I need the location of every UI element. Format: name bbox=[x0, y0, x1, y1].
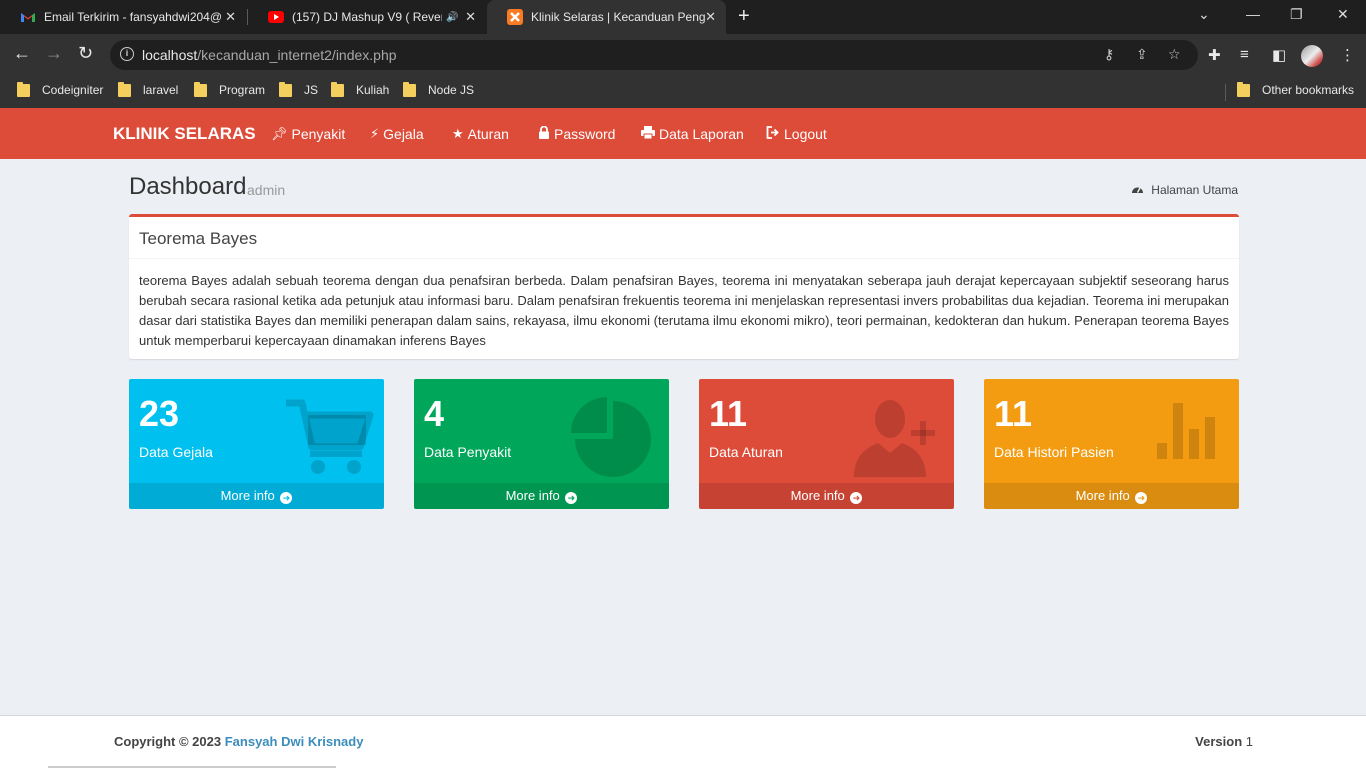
other-bookmarks[interactable]: Other bookmarks bbox=[1237, 81, 1354, 97]
folder-icon bbox=[403, 81, 416, 97]
close-window-icon[interactable]: ✕ bbox=[1337, 6, 1349, 23]
address-bar[interactable]: i localhost/kecanduan_internet2/index.ph… bbox=[110, 40, 1198, 70]
folder-icon bbox=[17, 81, 30, 97]
side-panel-icon[interactable]: ◧ bbox=[1272, 46, 1286, 64]
url-path: /kecanduan_internet2/index.php bbox=[197, 47, 397, 63]
box-title: Teorema Bayes bbox=[129, 217, 1239, 259]
print-icon bbox=[641, 126, 655, 142]
brand-logo[interactable]: KLINIK SELARAS bbox=[113, 124, 256, 144]
tile-more-info-link[interactable]: More info ➜ bbox=[129, 483, 384, 509]
nav-aturan[interactable]: ★ Aturan bbox=[452, 126, 509, 142]
extensions-icon[interactable]: ✚ bbox=[1208, 46, 1221, 64]
bookmark-codeigniter[interactable]: Codeigniter bbox=[17, 81, 103, 97]
bookmarks-bar: Codeigniter laravel Program JS Kuliah No… bbox=[0, 76, 1366, 108]
nav-gejala[interactable]: ⚡︎ Gejala bbox=[370, 126, 424, 142]
url-host: localhost bbox=[142, 47, 198, 63]
breadcrumb[interactable]: Halaman Utama bbox=[1131, 183, 1238, 197]
arrow-circle-right-icon: ➜ bbox=[565, 492, 578, 504]
tile-more-info-link[interactable]: More info ➜ bbox=[699, 483, 954, 509]
tile-more-info-link[interactable]: More info ➜ bbox=[414, 483, 669, 509]
star-icon: ★ bbox=[452, 126, 464, 141]
version-info: Version 1 bbox=[1195, 734, 1253, 749]
lock-icon bbox=[538, 125, 550, 142]
youtube-icon bbox=[268, 9, 284, 25]
tab-search-icon[interactable]: ⌄ bbox=[1198, 6, 1210, 23]
bookmark-kuliah[interactable]: Kuliah bbox=[331, 81, 389, 97]
dashboard-icon bbox=[1131, 183, 1144, 197]
folder-icon bbox=[194, 81, 207, 97]
tile-more-info-link[interactable]: More info ➜ bbox=[984, 483, 1239, 509]
cart-icon bbox=[286, 399, 374, 474]
xampp-icon bbox=[507, 9, 523, 25]
minimize-icon[interactable]: — bbox=[1246, 6, 1260, 22]
bookmark-laravel[interactable]: laravel bbox=[118, 81, 178, 97]
close-tab-icon[interactable]: ✕ bbox=[225, 9, 236, 25]
page-footer: Copyright © 2023 Fansyah Dwi Krisnady Ve… bbox=[0, 715, 1366, 768]
bar-chart-icon bbox=[1157, 403, 1215, 459]
browser-tab-youtube[interactable]: (157) DJ Mashup V9 ( Reverb 🔊 ✕ bbox=[248, 0, 486, 34]
arrow-circle-right-icon: ➜ bbox=[280, 492, 293, 504]
box-body-text: teorema Bayes adalah sebuah teorema deng… bbox=[139, 273, 1229, 348]
nav-data-laporan[interactable]: Data Laporan bbox=[641, 126, 744, 142]
new-tab-button[interactable]: + bbox=[738, 5, 750, 28]
close-tab-icon[interactable]: ✕ bbox=[705, 9, 716, 25]
chrome-menu-icon[interactable]: ⋮ bbox=[1340, 46, 1355, 64]
tile-label: Data Aturan bbox=[709, 444, 783, 460]
profile-avatar[interactable] bbox=[1301, 45, 1323, 67]
browser-tab-klinik[interactable]: Klinik Selaras | Kecanduan Peng ✕ bbox=[487, 0, 726, 34]
tile-data-aturan: 11 Data Aturan More info ➜ bbox=[699, 379, 954, 509]
bookmark-nodejs[interactable]: Node JS bbox=[403, 81, 474, 97]
site-info-icon[interactable]: i bbox=[120, 47, 134, 61]
speaker-icon[interactable]: 🔊 bbox=[446, 12, 458, 23]
tile-number: 11 bbox=[709, 393, 748, 434]
folder-icon bbox=[279, 81, 292, 97]
page-subtitle: admin bbox=[247, 182, 286, 198]
folder-icon bbox=[331, 81, 344, 97]
app-navbar: KLINIK SELARAS 📌︎ Penyakit ⚡︎ Gejala ★ Atur… bbox=[0, 108, 1366, 159]
nav-password[interactable]: Password bbox=[538, 125, 615, 142]
tile-number: 23 bbox=[139, 393, 180, 434]
tile-label: Data Gejala bbox=[139, 444, 213, 460]
bayes-info-box: Teorema Bayes teorema Bayes adalah sebua… bbox=[129, 214, 1239, 359]
folder-icon bbox=[1237, 81, 1250, 97]
user-add-icon bbox=[854, 400, 935, 477]
logout-icon bbox=[766, 126, 780, 142]
author-link[interactable]: Fansyah Dwi Krisnady bbox=[225, 734, 364, 749]
browser-toolbar: ← → ↻ i localhost/kecanduan_internet2/in… bbox=[0, 34, 1366, 76]
nav-penyakit[interactable]: 📌︎ Penyakit bbox=[271, 126, 345, 142]
gmail-icon bbox=[20, 9, 36, 25]
flash-icon: ⚡︎ bbox=[370, 126, 380, 141]
forward-icon[interactable]: → bbox=[45, 43, 63, 64]
pie-chart-icon bbox=[571, 397, 651, 477]
tile-number: 4 bbox=[424, 393, 445, 434]
back-icon[interactable]: ← bbox=[13, 43, 31, 64]
media-control-icon[interactable]: ≡ bbox=[1240, 46, 1249, 63]
share-icon[interactable]: ⇪ bbox=[1136, 46, 1148, 63]
key-icon[interactable]: ⚷ bbox=[1104, 46, 1114, 63]
restore-icon[interactable]: ❐ bbox=[1290, 6, 1303, 23]
tile-data-gejala: 23 Data Gejala More info ➜ bbox=[129, 379, 384, 509]
arrow-circle-right-icon: ➜ bbox=[850, 492, 863, 504]
tile-label: Data Histori Pasien bbox=[994, 444, 1114, 460]
tile-data-penyakit: 4 Data Penyakit More info ➜ bbox=[414, 379, 669, 509]
tile-number: 11 bbox=[994, 393, 1033, 434]
reload-icon[interactable]: ↻ bbox=[78, 43, 93, 64]
bookmark-star-icon[interactable]: ☆ bbox=[1168, 46, 1181, 63]
tile-data-histori-pasien: 11 Data Histori Pasien More info ➜ bbox=[984, 379, 1239, 509]
tile-label: Data Penyakit bbox=[424, 444, 512, 460]
copyright: Copyright © 2023 Fansyah Dwi Krisnady bbox=[114, 734, 364, 749]
browser-tab-email[interactable]: Email Terkirim - fansyahdwi204@ ✕ bbox=[0, 0, 246, 34]
nav-logout[interactable]: Logout bbox=[766, 126, 827, 142]
pushpin-icon: 📌︎ bbox=[271, 126, 288, 141]
bookmark-js[interactable]: JS bbox=[279, 81, 318, 97]
close-tab-icon[interactable]: ✕ bbox=[465, 9, 476, 25]
browser-tab-bar: Email Terkirim - fansyahdwi204@ ✕ (157) … bbox=[0, 0, 1366, 34]
arrow-circle-right-icon: ➜ bbox=[1135, 492, 1148, 504]
page-title: Dashboard bbox=[129, 173, 247, 200]
bookmark-program[interactable]: Program bbox=[194, 81, 265, 97]
folder-icon bbox=[118, 81, 131, 97]
